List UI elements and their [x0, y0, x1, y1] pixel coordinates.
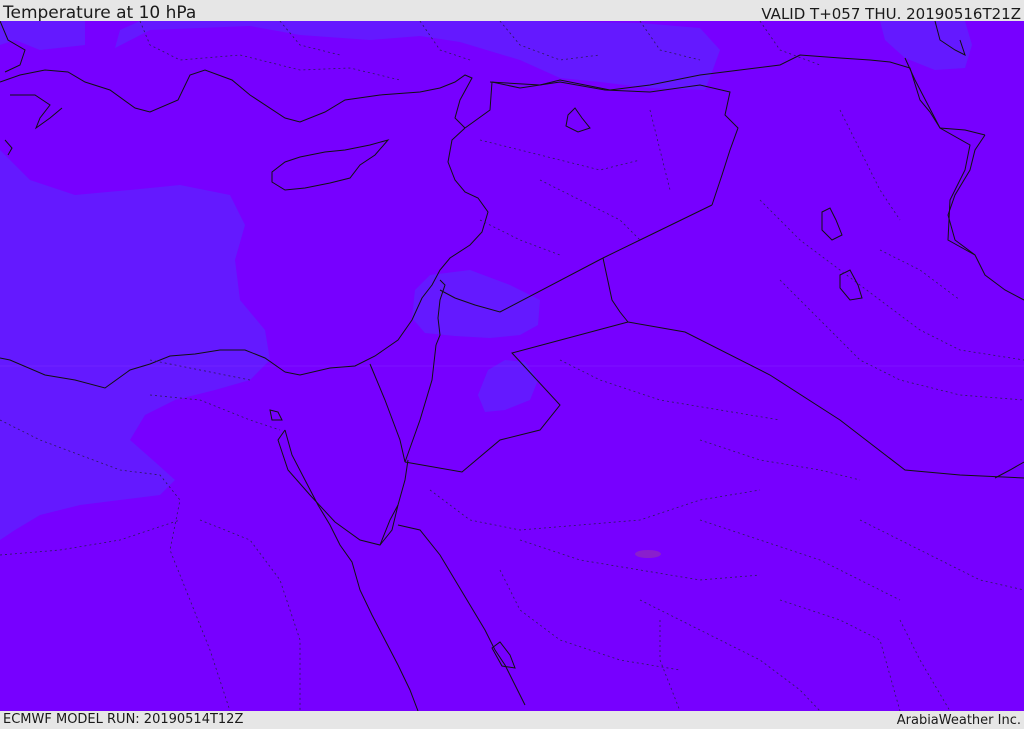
warm-anomaly-spot [635, 550, 661, 558]
map-title: Temperature at 10 hPa [3, 3, 197, 23]
header-bar: Temperature at 10 hPa VALID T+057 THU. 2… [0, 0, 1024, 23]
footer-bar: ECMWF MODEL RUN: 20190514T12Z ArabiaWeat… [0, 711, 1024, 729]
model-run-label: ECMWF MODEL RUN: 20190514T12Z [3, 712, 244, 727]
map-canvas [0, 21, 1024, 711]
weather-map[interactable] [0, 21, 1024, 711]
credit-label: ArabiaWeather Inc. [896, 713, 1021, 728]
